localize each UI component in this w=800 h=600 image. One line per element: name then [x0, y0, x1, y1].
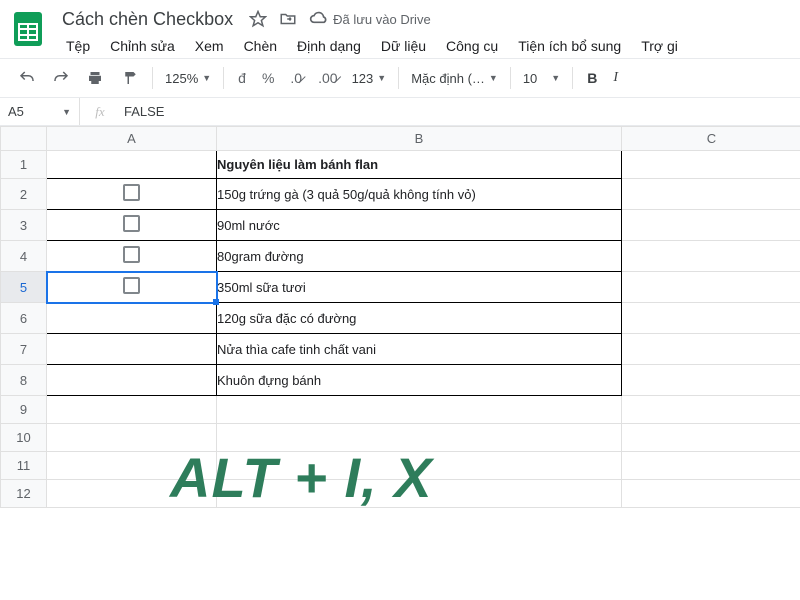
zoom-dropdown[interactable]: 125%▼: [159, 67, 217, 90]
cell-B4[interactable]: 80gram đường: [217, 241, 622, 272]
menu-format[interactable]: Định dạng: [289, 34, 369, 58]
document-title[interactable]: Cách chèn Checkbox: [58, 7, 237, 32]
name-box[interactable]: A5 ▼: [0, 98, 80, 125]
italic-button[interactable]: I: [607, 66, 624, 90]
print-icon[interactable]: [80, 65, 110, 91]
cell-C7[interactable]: [622, 334, 800, 365]
col-header-C[interactable]: C: [622, 127, 800, 151]
cell-A5[interactable]: [47, 272, 217, 303]
cell-B3[interactable]: 90ml nước: [217, 210, 622, 241]
checkbox-icon[interactable]: [123, 184, 140, 201]
star-icon[interactable]: [249, 10, 267, 28]
row-header-5[interactable]: 5: [1, 272, 47, 303]
cell-C8[interactable]: [622, 365, 800, 396]
cell-C9[interactable]: [622, 396, 800, 424]
bold-button[interactable]: B: [581, 66, 603, 90]
cell-C1[interactable]: [622, 151, 800, 179]
menu-data[interactable]: Dữ liệu: [373, 34, 434, 58]
increase-decimal-button[interactable]: .00̷: [312, 66, 343, 90]
cell-C11[interactable]: [622, 452, 800, 480]
cell-A3[interactable]: [47, 210, 217, 241]
toolbar-separator: [398, 67, 399, 89]
cell-B5[interactable]: 350ml sữa tươi: [217, 272, 622, 303]
paint-format-icon[interactable]: [114, 65, 144, 91]
cell-C6[interactable]: [622, 303, 800, 334]
font-size-dropdown[interactable]: 10▼: [517, 67, 566, 90]
cell-B10[interactable]: [217, 424, 622, 452]
redo-icon[interactable]: [46, 65, 76, 91]
cell-C2[interactable]: [622, 179, 800, 210]
cell-A7[interactable]: [47, 334, 217, 365]
row-header-3[interactable]: 3: [1, 210, 47, 241]
menu-addons[interactable]: Tiện ích bổ sung: [510, 34, 629, 58]
checkbox-icon[interactable]: [123, 277, 140, 294]
row-header-9[interactable]: 9: [1, 396, 47, 424]
undo-icon[interactable]: [12, 65, 42, 91]
menu-help[interactable]: Trợ gi: [633, 34, 686, 58]
toolbar: 125%▼ đ % .0̷ .00̷ 123▼ Mặc định (…▼ 10▼…: [0, 58, 800, 98]
font-dropdown[interactable]: Mặc định (…▼: [405, 67, 504, 90]
cell-B9[interactable]: [217, 396, 622, 424]
cell-A8[interactable]: [47, 365, 217, 396]
format-currency-button[interactable]: đ: [232, 66, 252, 90]
cell-C10[interactable]: [622, 424, 800, 452]
menu-file[interactable]: Tệp: [58, 34, 98, 58]
row-header-12[interactable]: 12: [1, 480, 47, 508]
row-header-11[interactable]: 11: [1, 452, 47, 480]
number-format-dropdown[interactable]: 123▼: [346, 67, 393, 90]
toolbar-separator: [152, 67, 153, 89]
checkbox-icon[interactable]: [123, 215, 140, 232]
spreadsheet-grid[interactable]: A B C 1 Nguyên liệu làm bánh flan 2 150g…: [0, 126, 800, 508]
cell-C5[interactable]: [622, 272, 800, 303]
cell-C4[interactable]: [622, 241, 800, 272]
cell-A11[interactable]: [47, 452, 217, 480]
cell-A4[interactable]: [47, 241, 217, 272]
decrease-decimal-button[interactable]: .0̷: [284, 66, 308, 90]
cell-B8[interactable]: Khuôn đựng bánh: [217, 365, 622, 396]
col-header-B[interactable]: B: [217, 127, 622, 151]
menu-insert[interactable]: Chèn: [236, 34, 285, 58]
menu-view[interactable]: Xem: [187, 34, 232, 58]
format-percent-button[interactable]: %: [256, 66, 280, 90]
cell-A6[interactable]: [47, 303, 217, 334]
fx-icon: fx: [80, 104, 120, 120]
cell-A1[interactable]: [47, 151, 217, 179]
cell-B6[interactable]: 120g sữa đặc có đường: [217, 303, 622, 334]
cell-A12[interactable]: [47, 480, 217, 508]
cell-A9[interactable]: [47, 396, 217, 424]
cell-C3[interactable]: [622, 210, 800, 241]
col-header-A[interactable]: A: [47, 127, 217, 151]
row-header-1[interactable]: 1: [1, 151, 47, 179]
row-header-10[interactable]: 10: [1, 424, 47, 452]
cell-C12[interactable]: [622, 480, 800, 508]
row-header-8[interactable]: 8: [1, 365, 47, 396]
app-header: Cách chèn Checkbox Đã lưu vào Drive Tệp …: [0, 0, 800, 58]
menu-bar: Tệp Chỉnh sửa Xem Chèn Định dạng Dữ liệu…: [58, 32, 792, 58]
cell-B11[interactable]: [217, 452, 622, 480]
sheets-logo-icon[interactable]: [8, 8, 48, 48]
toolbar-separator: [223, 67, 224, 89]
cell-B1[interactable]: Nguyên liệu làm bánh flan: [217, 151, 622, 179]
save-status-text: Đã lưu vào Drive: [333, 12, 431, 27]
cell-A10[interactable]: [47, 424, 217, 452]
menu-tools[interactable]: Công cụ: [438, 34, 506, 58]
move-folder-icon[interactable]: [279, 10, 297, 28]
cell-B7[interactable]: Nửa thìa cafe tinh chất vani: [217, 334, 622, 365]
select-all-corner[interactable]: [1, 127, 47, 151]
toolbar-separator: [572, 67, 573, 89]
cloud-save-status[interactable]: Đã lưu vào Drive: [309, 9, 431, 29]
cell-A2[interactable]: [47, 179, 217, 210]
row-header-2[interactable]: 2: [1, 179, 47, 210]
cell-B12[interactable]: [217, 480, 622, 508]
active-cell-ref: A5: [8, 104, 24, 119]
row-header-4[interactable]: 4: [1, 241, 47, 272]
formula-bar: A5 ▼ fx FALSE: [0, 98, 800, 126]
cell-B2[interactable]: 150g trứng gà (3 quả 50g/quả không tính …: [217, 179, 622, 210]
formula-input[interactable]: FALSE: [120, 104, 164, 119]
menu-edit[interactable]: Chỉnh sửa: [102, 34, 183, 58]
toolbar-separator: [510, 67, 511, 89]
row-header-6[interactable]: 6: [1, 303, 47, 334]
checkbox-icon[interactable]: [123, 246, 140, 263]
row-header-7[interactable]: 7: [1, 334, 47, 365]
